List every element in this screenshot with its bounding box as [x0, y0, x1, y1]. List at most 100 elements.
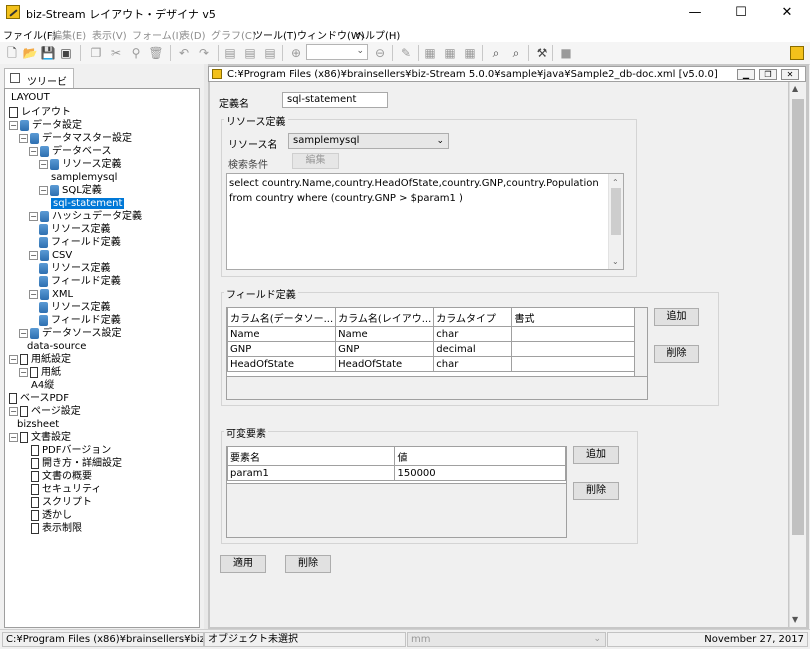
- tree-node[interactable]: レイアウト: [9, 106, 71, 119]
- tree-node[interactable]: − データマスター設定: [19, 132, 132, 145]
- tree-node[interactable]: − 用紙設定: [9, 353, 71, 366]
- debug-icon[interactable]: ⚒: [534, 45, 550, 61]
- page-next-icon[interactable]: ▤: [262, 45, 278, 61]
- tree-node[interactable]: − データベース: [29, 145, 112, 158]
- edit-icon[interactable]: ✎: [398, 45, 414, 61]
- paste-icon[interactable]: ⚲: [128, 45, 144, 61]
- resource-name-select[interactable]: samplemysql ⌄: [288, 133, 449, 149]
- table-cell[interactable]: char: [433, 326, 513, 342]
- redo-icon[interactable]: ↷: [196, 45, 212, 61]
- collapse-toggle-icon[interactable]: −: [29, 146, 38, 156]
- apply-button[interactable]: 適用: [220, 555, 266, 573]
- table-row[interactable]: param1 150000: [227, 465, 566, 481]
- scroll-down-icon[interactable]: ⌄: [612, 254, 619, 269]
- column-header[interactable]: カラム名(データソー...: [227, 308, 337, 327]
- tree-node[interactable]: 文書の概要: [31, 470, 92, 483]
- table-cell[interactable]: GNP: [227, 341, 337, 357]
- document-window-title-bar[interactable]: C:¥Program Files (x86)¥brainsellers¥biz-…: [208, 66, 806, 82]
- new-file-icon[interactable]: 🗋: [4, 45, 20, 61]
- align-left-icon[interactable]: ▦: [422, 45, 438, 61]
- edit-condition-button[interactable]: 編集: [292, 153, 339, 169]
- table-cell[interactable]: decimal: [433, 341, 513, 357]
- zoom-out-icon[interactable]: ⊖: [372, 45, 388, 61]
- menu-edit[interactable]: 編集(E): [52, 27, 86, 42]
- sql-textarea[interactable]: select country.Name,country.HeadOfState,…: [226, 173, 624, 270]
- collapse-toggle-icon[interactable]: −: [29, 289, 38, 299]
- stop-icon[interactable]: ■: [558, 45, 574, 61]
- menu-file[interactable]: ファイル(F): [3, 27, 57, 42]
- table-cell[interactable]: [511, 356, 635, 372]
- collapse-toggle-icon[interactable]: −: [9, 354, 18, 364]
- undo-icon[interactable]: ↶: [176, 45, 192, 61]
- zoom-in-icon[interactable]: ⊕: [288, 45, 304, 61]
- unit-select[interactable]: mm ⌄: [407, 632, 606, 647]
- child-minimize-button[interactable]: ▁: [737, 69, 755, 80]
- tree-node[interactable]: − データソース設定: [19, 327, 122, 340]
- table-cell[interactable]: [511, 341, 635, 357]
- tree-node[interactable]: リソース定義: [39, 223, 111, 236]
- preview-icon[interactable]: ⌕: [488, 45, 504, 61]
- tree-node[interactable]: − SQL定義: [39, 184, 102, 197]
- tree-node[interactable]: セキュリティ: [31, 483, 101, 496]
- field-delete-button[interactable]: 削除: [654, 345, 699, 363]
- tree-node[interactable]: A4縦: [31, 379, 54, 392]
- preview-db-icon[interactable]: ⌕: [508, 45, 524, 61]
- tree-node[interactable]: data-source: [27, 340, 86, 353]
- column-header[interactable]: 値: [394, 447, 566, 466]
- copy-icon[interactable]: ❐: [88, 45, 104, 61]
- tree-node[interactable]: − ハッシュデータ定義: [29, 210, 142, 223]
- tree-node[interactable]: フィールド定義: [39, 314, 121, 327]
- collapse-toggle-icon[interactable]: −: [9, 406, 18, 416]
- tree-node[interactable]: リソース定義: [39, 301, 111, 314]
- save-all-icon[interactable]: ▣: [58, 45, 74, 61]
- field-definition-table[interactable]: カラム名(データソー... カラム名(レイアウ... カラムタイプ 書式 Nam…: [226, 307, 648, 400]
- open-folder-icon[interactable]: 📂: [22, 45, 38, 61]
- table-row[interactable]: GNP GNP decimal: [227, 341, 635, 357]
- align-center-icon[interactable]: ▦: [442, 45, 458, 61]
- tree-node[interactable]: bizsheet: [17, 418, 59, 431]
- tree-node[interactable]: − リソース定義: [39, 158, 122, 171]
- scroll-down-icon[interactable]: ▼: [792, 615, 798, 624]
- maximize-button[interactable]: ☐: [718, 0, 764, 26]
- column-header[interactable]: 要素名: [227, 447, 396, 466]
- page-first-icon[interactable]: ▤: [222, 45, 238, 61]
- table-cell[interactable]: Name: [227, 326, 337, 342]
- field-add-button[interactable]: 追加: [654, 308, 699, 326]
- menu-graph[interactable]: グラフ(C): [211, 27, 256, 42]
- tree-node[interactable]: − CSV: [29, 249, 72, 262]
- delete-icon[interactable]: 🗑: [148, 45, 164, 61]
- minimize-button[interactable]: —: [672, 0, 718, 26]
- menu-form[interactable]: フォーム(I): [132, 27, 182, 42]
- table-row[interactable]: HeadOfState HeadOfState char: [227, 356, 635, 372]
- tree-node[interactable]: 透かし: [31, 509, 72, 522]
- menu-tools[interactable]: ツール(T): [253, 27, 297, 42]
- table-cell[interactable]: param1: [227, 465, 396, 481]
- column-header[interactable]: カラムタイプ: [433, 308, 513, 327]
- collapse-toggle-icon[interactable]: −: [29, 250, 38, 260]
- form-scrollbar[interactable]: ▲ ▼: [789, 82, 806, 627]
- child-close-button[interactable]: ✕: [781, 69, 799, 80]
- scroll-up-icon[interactable]: ▲: [792, 84, 798, 93]
- column-header[interactable]: カラム名(レイアウ...: [335, 308, 435, 327]
- table-cell[interactable]: GNP: [335, 341, 435, 357]
- tree-node[interactable]: リソース定義: [39, 262, 111, 275]
- align-right-icon[interactable]: ▦: [462, 45, 478, 61]
- window-title-bar[interactable]: biz-Stream レイアウト・デザイナ v5 — ☐ ✕: [0, 0, 810, 27]
- tree-node[interactable]: − 用紙: [19, 366, 61, 379]
- collapse-toggle-icon[interactable]: −: [39, 159, 48, 169]
- table-cell[interactable]: HeadOfState: [335, 356, 435, 372]
- collapse-toggle-icon[interactable]: −: [19, 133, 28, 143]
- zoom-combobox[interactable]: ⌄: [306, 44, 368, 60]
- table-row[interactable]: Name Name char: [227, 326, 635, 342]
- tree-node[interactable]: sql-statement: [51, 197, 125, 210]
- sql-scrollbar[interactable]: ⌃ ⌄: [608, 174, 623, 269]
- tree-node[interactable]: 表示制限: [31, 522, 82, 535]
- definition-name-input[interactable]: sql-statement: [282, 92, 388, 108]
- tree-node[interactable]: − データ設定: [9, 119, 82, 132]
- collapse-toggle-icon[interactable]: −: [9, 432, 18, 442]
- tree-node[interactable]: − XML: [29, 288, 73, 301]
- table-cell[interactable]: HeadOfState: [227, 356, 337, 372]
- edit-note-icon[interactable]: [790, 46, 804, 60]
- cut-icon[interactable]: ✂: [108, 45, 124, 61]
- tab-tree-view[interactable]: ツリービュー: [4, 68, 74, 103]
